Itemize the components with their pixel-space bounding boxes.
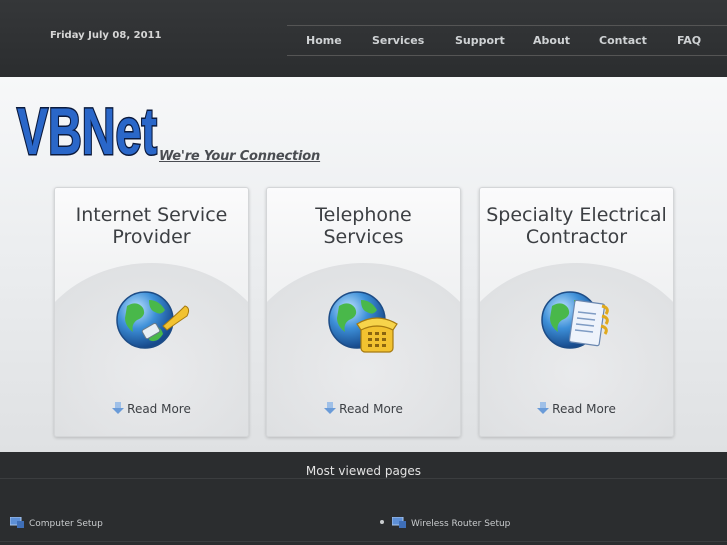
header-bar: Friday July 08, 2011 Home Services Suppo… xyxy=(0,0,727,77)
globe-telephone-icon xyxy=(328,291,398,353)
card-title: Telephone Services xyxy=(315,204,412,248)
read-more-link[interactable]: Read More xyxy=(480,402,673,416)
nav-faq[interactable]: FAQ xyxy=(677,26,701,55)
globe-network-cable-icon xyxy=(116,291,190,349)
nav-home[interactable]: Home xyxy=(306,26,342,55)
card-title: Specialty Electrical Contractor xyxy=(486,204,667,248)
card-specialty-electrical[interactable]: Specialty Electrical Contractor Read Mor… xyxy=(479,187,674,437)
computer-icon xyxy=(10,517,24,528)
vbnet-logo[interactable]: VBNet xyxy=(15,94,160,164)
bullet xyxy=(380,520,384,524)
computer-icon xyxy=(392,517,406,528)
nav-services[interactable]: Services xyxy=(372,26,424,55)
card-title: Internet Service Provider xyxy=(75,204,228,248)
card-telephone-services[interactable]: Telephone Services Read More xyxy=(266,187,461,437)
divider xyxy=(0,541,727,542)
globe-document-icon xyxy=(541,291,609,349)
divider xyxy=(0,478,727,479)
download-arrow-icon xyxy=(324,402,337,414)
main-content: VBNet We're Your Connection Internet Ser… xyxy=(0,77,727,452)
tagline: We're Your Connection xyxy=(159,149,321,164)
download-arrow-icon xyxy=(537,402,550,414)
nav-about[interactable]: About xyxy=(533,26,570,55)
link-wireless-router-setup[interactable]: Wireless Router Setup xyxy=(392,517,510,529)
most-viewed-section: Most viewed pages Computer Setup Wireles… xyxy=(0,452,727,545)
read-more-link[interactable]: Read More xyxy=(55,402,248,416)
nav-support[interactable]: Support xyxy=(455,26,505,55)
svg-text:VBNet: VBNet xyxy=(17,94,157,164)
most-viewed-title: Most viewed pages xyxy=(305,464,422,478)
nav-contact[interactable]: Contact xyxy=(599,26,647,55)
current-date: Friday July 08, 2011 xyxy=(50,30,162,41)
read-more-link[interactable]: Read More xyxy=(267,402,460,416)
main-nav: Home Services Support About Contact FAQ xyxy=(287,25,727,56)
card-internet-service[interactable]: Internet Service Provider Read More xyxy=(54,187,249,437)
link-computer-setup[interactable]: Computer Setup xyxy=(10,517,103,529)
download-arrow-icon xyxy=(112,402,125,414)
